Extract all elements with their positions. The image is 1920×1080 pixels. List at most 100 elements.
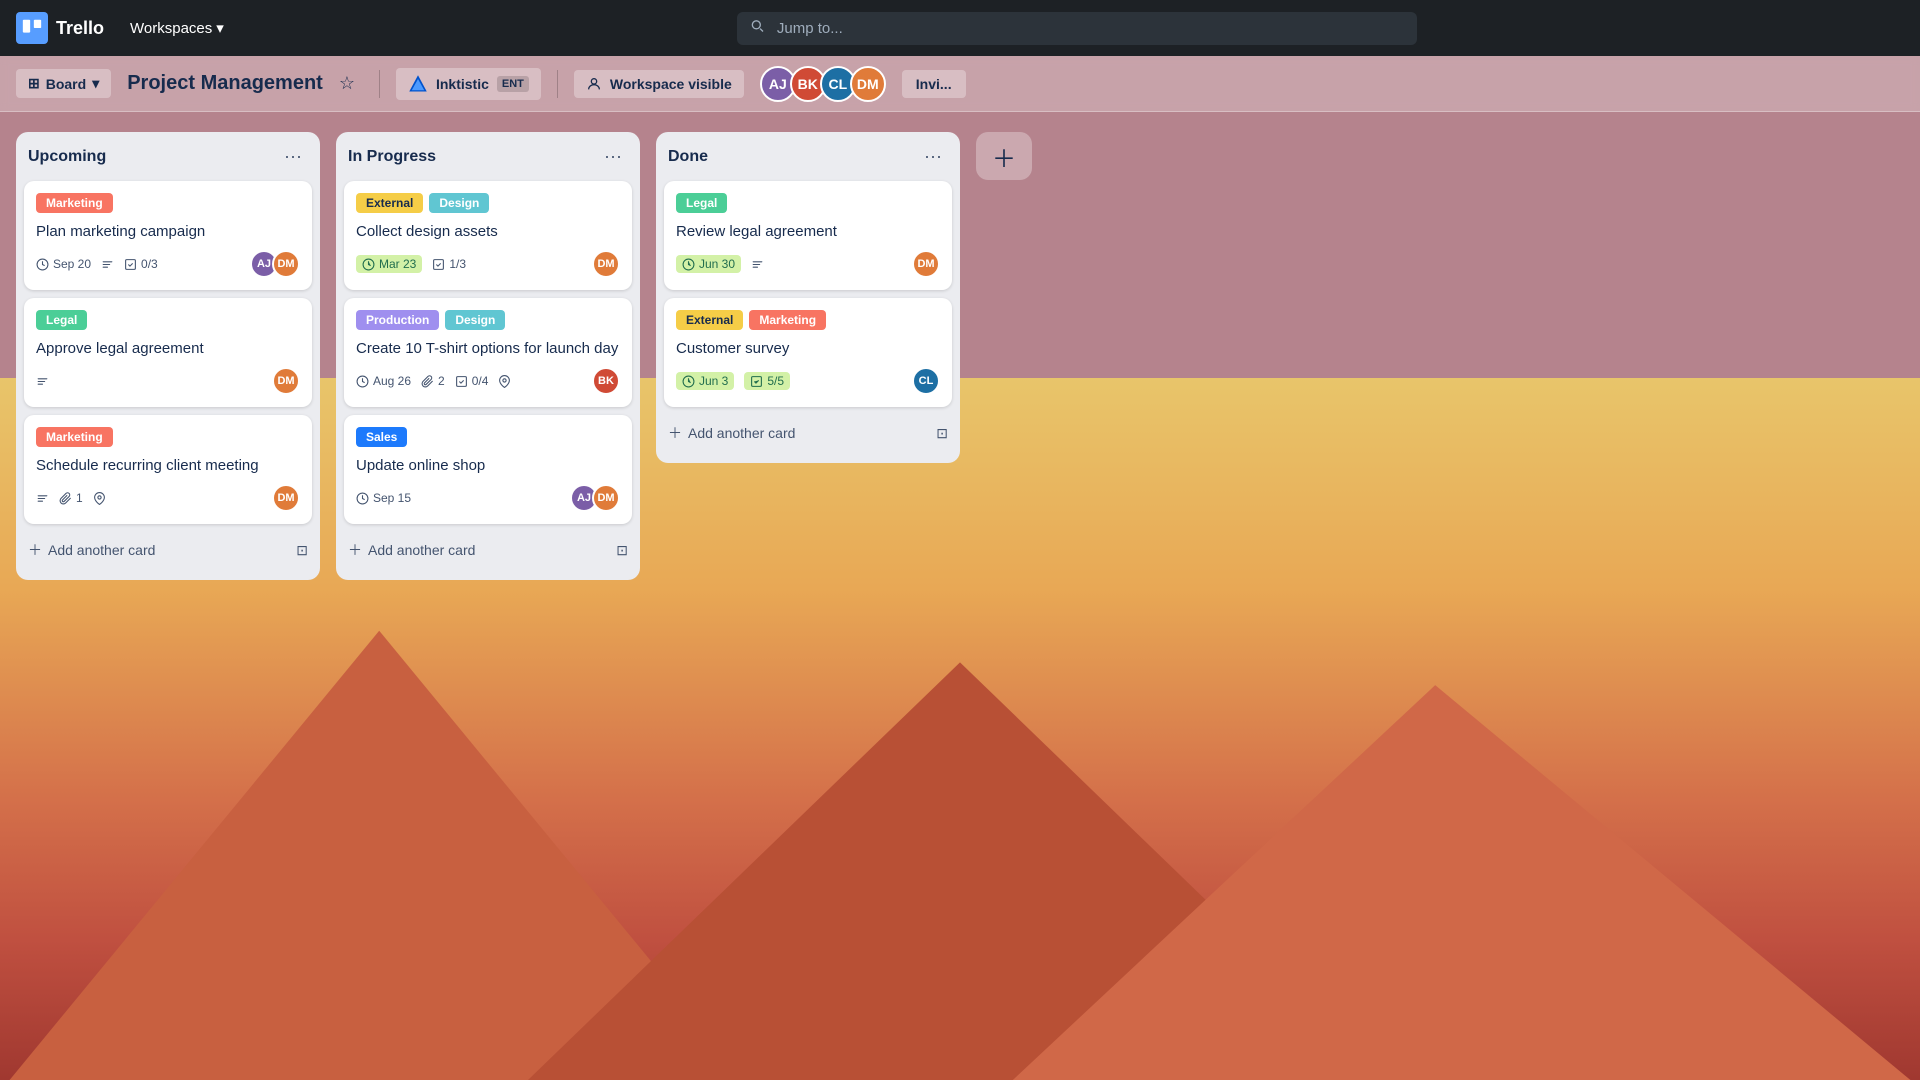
inktistic-logo-icon [408, 74, 428, 94]
card-meta: Jun 3 5/5 [676, 372, 790, 390]
card-footer: Mar 23 1/3 DM [356, 250, 620, 278]
card-plan-marketing[interactable]: Marketing Plan marketing campaign Sep 20… [24, 181, 312, 290]
card-meta [36, 375, 49, 388]
label-marketing: Marketing [36, 193, 113, 213]
card-avatars: DM [912, 250, 940, 278]
card-footer: DM [36, 367, 300, 395]
board-title: Project Management [127, 72, 323, 95]
board-view-icon: ⊞ [28, 75, 40, 92]
card-avatars: AJ DM [250, 250, 300, 278]
list-menu-button-upcoming[interactable]: ··· [278, 144, 308, 169]
card-footer: Aug 26 2 0/4 BK [356, 367, 620, 395]
template-icon: ⊡ [616, 542, 628, 559]
card-tshirt-options[interactable]: Production Design Create 10 T-shirt opti… [344, 298, 632, 407]
list-menu-button-done[interactable]: ··· [918, 144, 948, 169]
list-upcoming: Upcoming ··· Marketing Plan marketing ca… [16, 132, 320, 580]
meta-description [36, 492, 49, 505]
card-review-legal[interactable]: Legal Review legal agreement Jun 30 DM [664, 181, 952, 290]
add-card-button-done[interactable]: ＋ Add another card ⊡ [664, 415, 952, 451]
avatar[interactable]: DM [850, 66, 886, 102]
meta-checklist: 0/3 [124, 257, 158, 271]
list-header-upcoming: Upcoming ··· [24, 144, 312, 173]
board-view-label: Board [46, 76, 86, 92]
star-button[interactable]: ☆ [331, 69, 363, 98]
card-meta: Jun 30 [676, 255, 764, 273]
card-labels: Marketing [36, 427, 300, 447]
workspace-visible-button[interactable]: Workspace visible [574, 70, 744, 98]
card-avatars: DM [272, 367, 300, 395]
workspace-button[interactable]: Inktistic ENT [396, 68, 541, 100]
card-footer: Sep 20 0/3 AJ DM [36, 250, 300, 278]
card-collect-design[interactable]: External Design Collect design assets Ma… [344, 181, 632, 290]
card-title: Update online shop [356, 455, 620, 476]
meta-date-green: Jun 30 [676, 255, 741, 273]
label-external: External [356, 193, 423, 213]
search-input[interactable] [737, 12, 1417, 45]
card-avatar: DM [592, 484, 620, 512]
add-list-button[interactable]: ＋ [976, 132, 1032, 180]
card-avatars: DM [592, 250, 620, 278]
meta-attachment: 1 [59, 491, 83, 505]
card-meta: Sep 15 [356, 491, 411, 505]
card-avatar: DM [592, 250, 620, 278]
board-header: ⊞ Board ▾ Project Management ☆ Inktistic… [0, 56, 1920, 112]
ent-badge: ENT [497, 76, 529, 92]
list-header-inprogress: In Progress ··· [344, 144, 632, 173]
invite-button[interactable]: Invi... [902, 70, 966, 98]
meta-location [498, 375, 511, 388]
card-avatar: DM [272, 367, 300, 395]
add-card-label: Add another card [368, 542, 475, 558]
chevron-down-icon: ▾ [216, 19, 224, 37]
card-avatars: BK [592, 367, 620, 395]
label-external: External [676, 310, 743, 330]
workspace-visible-label: Workspace visible [610, 76, 732, 92]
card-labels: External Marketing [676, 310, 940, 330]
meta-description [751, 258, 764, 271]
board-main: Upcoming ··· Marketing Plan marketing ca… [0, 112, 1920, 1080]
card-footer: Jun 3 5/5 CL [676, 367, 940, 395]
card-title: Customer survey [676, 338, 940, 359]
list-inprogress: In Progress ··· External Design Collect … [336, 132, 640, 580]
card-schedule-meeting[interactable]: Marketing Schedule recurring client meet… [24, 415, 312, 524]
card-labels: Sales [356, 427, 620, 447]
workspaces-button[interactable]: Workspaces ▾ [120, 13, 234, 43]
meta-checklist: 0/4 [455, 374, 489, 388]
card-customer-survey[interactable]: External Marketing Customer survey Jun 3… [664, 298, 952, 407]
list-title-inprogress: In Progress [348, 148, 436, 166]
label-design: Design [445, 310, 505, 330]
trello-logo-icon [16, 12, 48, 44]
list-header-done: Done ··· [664, 144, 952, 173]
plus-icon: ＋ [348, 540, 362, 560]
meta-date-green: Mar 23 [356, 255, 422, 273]
add-card-button-upcoming[interactable]: ＋ Add another card ⊡ [24, 532, 312, 568]
meta-date: Sep 20 [36, 257, 91, 271]
search-icon [749, 18, 765, 39]
meta-checklist-green: 5/5 [744, 372, 790, 390]
card-approve-legal[interactable]: Legal Approve legal agreement DM [24, 298, 312, 407]
label-legal: Legal [36, 310, 87, 330]
card-footer: Sep 15 AJ DM [356, 484, 620, 512]
workspace-name: Inktistic [436, 76, 489, 92]
card-avatar: CL [912, 367, 940, 395]
board-view-button[interactable]: ⊞ Board ▾ [16, 69, 111, 98]
card-labels: Legal [676, 193, 940, 213]
member-avatars: AJ BK CL DM [760, 66, 886, 102]
card-title: Approve legal agreement [36, 338, 300, 359]
card-avatars: AJ DM [570, 484, 620, 512]
list-title-upcoming: Upcoming [28, 148, 106, 166]
card-meta: Aug 26 2 0/4 [356, 374, 511, 388]
meta-description [36, 375, 49, 388]
card-update-shop[interactable]: Sales Update online shop Sep 15 AJ DM [344, 415, 632, 524]
template-icon: ⊡ [296, 542, 308, 559]
add-card-button-inprogress[interactable]: ＋ Add another card ⊡ [344, 532, 632, 568]
meta-checklist: 1/3 [432, 257, 466, 271]
meta-description [101, 258, 114, 271]
separator [379, 70, 380, 98]
add-card-label: Add another card [48, 542, 155, 558]
meta-location [93, 492, 106, 505]
meta-date: Aug 26 [356, 374, 411, 388]
list-done: Done ··· Legal Review legal agreement Ju… [656, 132, 960, 463]
label-sales: Sales [356, 427, 407, 447]
label-marketing: Marketing [36, 427, 113, 447]
list-menu-button-inprogress[interactable]: ··· [598, 144, 628, 169]
